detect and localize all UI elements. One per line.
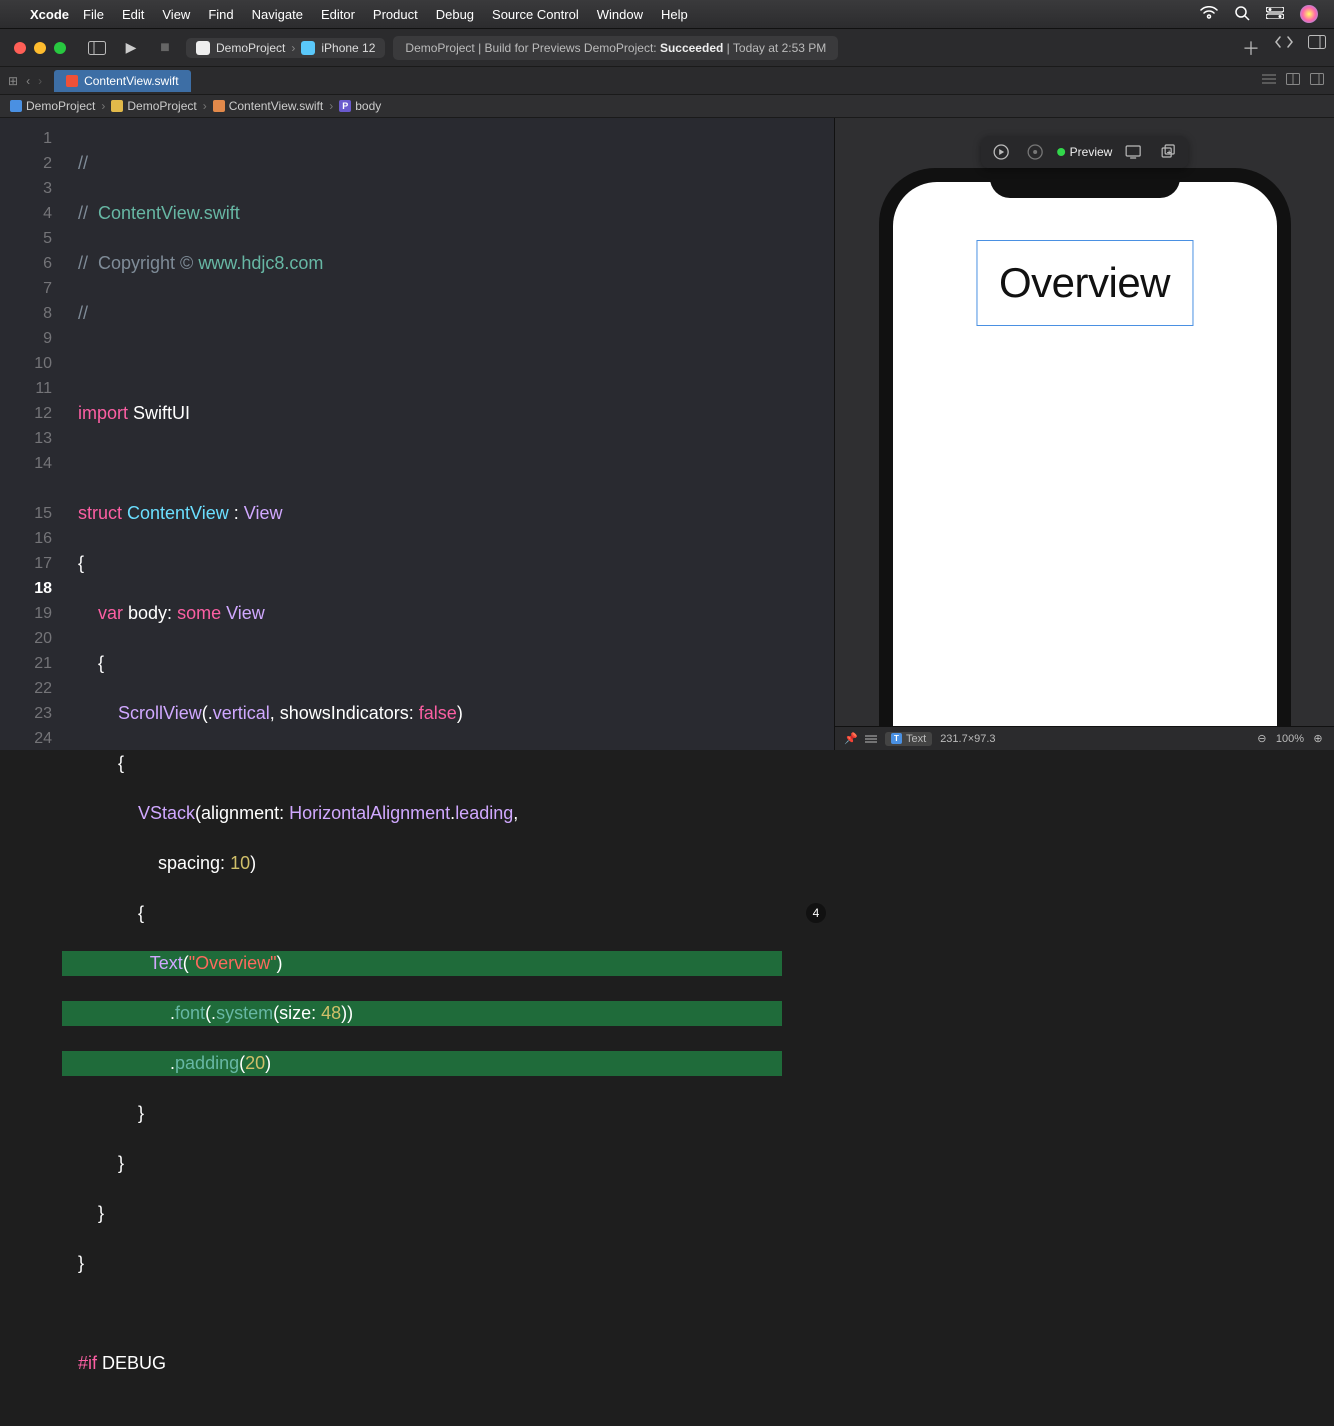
menu-navigate[interactable]: Navigate	[252, 7, 303, 22]
project-icon	[10, 100, 22, 112]
adjust-editor-icon[interactable]	[1286, 72, 1300, 90]
add-editor-icon[interactable]	[1310, 72, 1324, 90]
status-prefix: DemoProject | Build for Previews DemoPro…	[405, 41, 660, 55]
scheme-selector[interactable]: DemoProject › iPhone 12	[186, 38, 385, 58]
nav-back-button[interactable]: ‹	[26, 74, 30, 88]
crumb-file[interactable]: ContentView.swift	[229, 99, 324, 113]
menu-edit[interactable]: Edit	[122, 7, 144, 22]
live-preview-play-button[interactable]	[989, 140, 1013, 164]
status-result: Succeeded	[660, 41, 723, 55]
menu-debug[interactable]: Debug	[436, 7, 474, 22]
menu-view[interactable]: View	[162, 7, 190, 22]
run-button[interactable]: ▶	[118, 35, 144, 61]
siri-icon[interactable]	[1300, 5, 1318, 23]
device-frame: Overview	[879, 168, 1291, 726]
preview-duplicate-button[interactable]	[1156, 140, 1180, 164]
preview-label: Preview	[1070, 145, 1113, 159]
menu-find[interactable]: Find	[208, 7, 233, 22]
selected-view-outline[interactable]: Overview	[976, 240, 1193, 326]
preview-inspect-button[interactable]	[1023, 140, 1047, 164]
line-gutter: 123456789101112131415161718192021222324	[0, 118, 62, 751]
menu-file[interactable]: File	[83, 7, 104, 22]
wifi-icon[interactable]	[1200, 6, 1218, 23]
status-time: | Today at 2:53 PM	[723, 41, 826, 55]
app-menu[interactable]: Xcode	[30, 7, 69, 22]
activity-status: DemoProject | Build for Previews DemoPro…	[393, 36, 838, 60]
editor-tabbar: ⊞ ‹ › ContentView.swift	[0, 66, 1334, 94]
spotlight-icon[interactable]	[1234, 5, 1250, 24]
preview-status-button[interactable]: Preview	[1057, 145, 1113, 159]
tab-label: ContentView.swift	[84, 74, 179, 88]
add-button[interactable]: ＋	[1242, 35, 1260, 61]
related-items-icon[interactable]: ⊞	[8, 74, 18, 88]
macos-menubar: Xcode File Edit View Find Navigate Edito…	[0, 0, 1334, 28]
text-element-icon: T	[891, 733, 902, 744]
crumb-symbol[interactable]: body	[355, 99, 381, 113]
crumb-project[interactable]: DemoProject	[26, 99, 95, 113]
chevron-right-icon: ›	[329, 99, 333, 113]
chevron-right-icon: ›	[291, 41, 295, 55]
element-type-label: Text	[906, 733, 926, 745]
swift-file-icon	[213, 100, 225, 112]
zoom-out-button[interactable]: ⊖	[1256, 733, 1268, 745]
jump-bar[interactable]: DemoProject › DemoProject › ContentView.…	[0, 94, 1334, 118]
code-line: //	[78, 153, 88, 173]
pin-icon[interactable]: 📌	[845, 733, 857, 745]
menu-window[interactable]: Window	[597, 7, 643, 22]
element-size-label: 231.7×97.3	[940, 733, 995, 745]
scheme-device-label: iPhone 12	[321, 41, 375, 55]
scheme-project-label: DemoProject	[216, 41, 285, 55]
app-icon	[196, 41, 210, 55]
code-review-button[interactable]	[1274, 35, 1294, 61]
preview-device-button[interactable]	[1122, 140, 1146, 164]
chevron-right-icon: ›	[203, 99, 207, 113]
canvas-status-bar: 📌 T Text 231.7×97.3 ⊖ 100% ⊕	[835, 726, 1334, 750]
chevron-right-icon: ›	[101, 99, 105, 113]
editor-options-icon[interactable]	[1262, 72, 1276, 90]
minimize-window-button[interactable]	[34, 42, 46, 54]
zoom-window-button[interactable]	[54, 42, 66, 54]
control-center-icon[interactable]	[1266, 7, 1284, 22]
menubar-tray	[1200, 5, 1318, 24]
menu-source-control[interactable]: Source Control	[492, 7, 579, 22]
tab-contentview[interactable]: ContentView.swift	[54, 70, 191, 92]
menu-product[interactable]: Product	[373, 7, 418, 22]
zoom-in-button[interactable]: ⊕	[1312, 733, 1324, 745]
adjust-icon[interactable]	[865, 733, 877, 745]
toggle-inspector-button[interactable]	[1308, 35, 1326, 61]
status-dot-icon	[1057, 148, 1065, 156]
canvas-preview-panel: Preview Overview 📌 T Text 231.7×97.3 ⊖ 10…	[834, 118, 1334, 750]
preview-screen[interactable]: Overview	[893, 182, 1277, 726]
stop-button[interactable]: ■	[152, 35, 178, 61]
code-editor[interactable]: 123456789101112131415161718192021222324 …	[0, 118, 834, 750]
device-notch	[990, 168, 1180, 198]
menu-help[interactable]: Help	[661, 7, 688, 22]
issue-count-badge[interactable]: 4	[806, 903, 826, 923]
menu-editor[interactable]: Editor	[321, 7, 355, 22]
folder-icon	[111, 100, 123, 112]
swift-file-icon	[66, 75, 78, 87]
code-content[interactable]: // // ContentView.swift // Copyright © w…	[70, 126, 834, 1426]
selected-element-info[interactable]: T Text	[885, 732, 932, 746]
window-controls	[14, 42, 66, 54]
property-icon: P	[339, 100, 351, 112]
preview-text: Overview	[999, 259, 1170, 306]
xcode-toolbar: ▶ ■ DemoProject › iPhone 12 DemoProject …	[0, 28, 1334, 66]
crumb-folder[interactable]: DemoProject	[127, 99, 196, 113]
preview-toolbar: Preview	[981, 136, 1189, 168]
device-icon	[301, 41, 315, 55]
toggle-navigator-button[interactable]	[84, 35, 110, 61]
close-window-button[interactable]	[14, 42, 26, 54]
zoom-level-label[interactable]: 100%	[1276, 733, 1304, 745]
nav-forward-button[interactable]: ›	[38, 74, 42, 88]
